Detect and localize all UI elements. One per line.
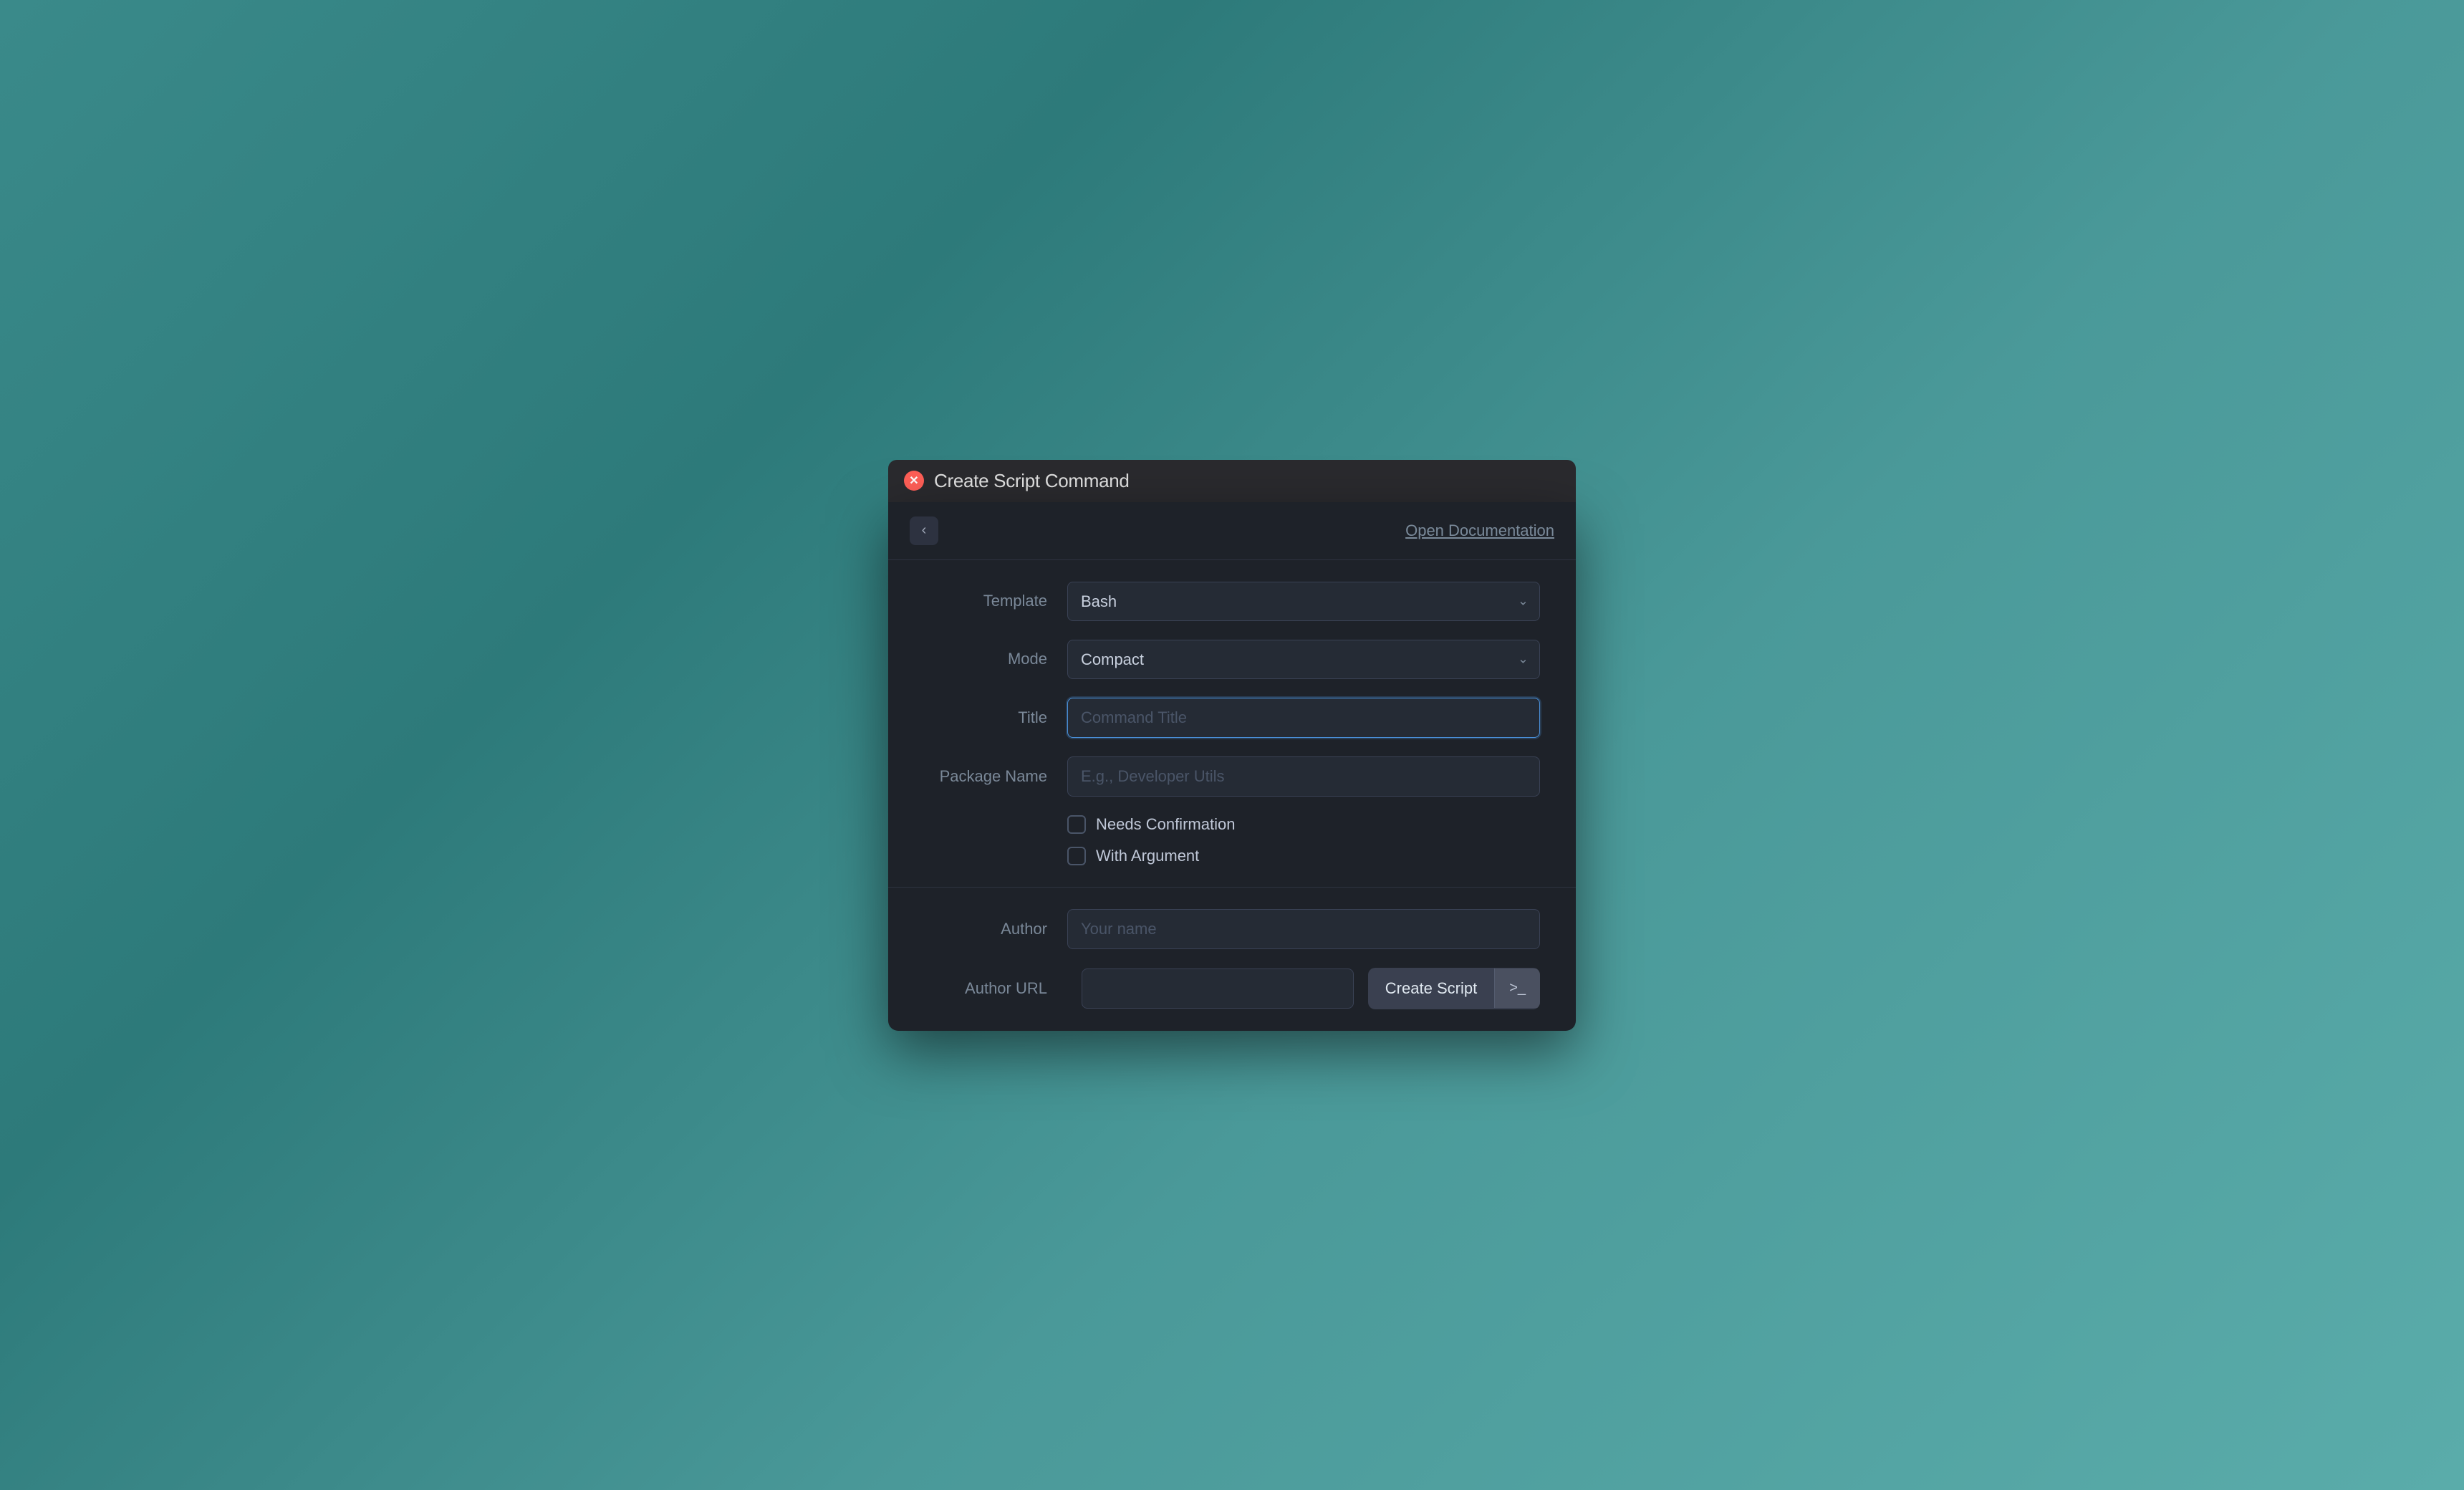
window-title: Create Script Command — [934, 470, 1130, 492]
needs-confirmation-checkbox[interactable] — [1067, 815, 1086, 834]
author-url-input[interactable]: https://github.com/stuvrt — [1082, 968, 1354, 1009]
main-window: ‹ Open Documentation Template Bash Pytho… — [888, 502, 1576, 1031]
package-name-input[interactable] — [1067, 756, 1540, 797]
title-bar: ✕ Create Script Command — [888, 460, 1576, 502]
title-row: Title — [924, 698, 1540, 738]
mode-label: Mode — [924, 650, 1067, 668]
open-documentation-button[interactable]: Open Documentation — [1405, 522, 1554, 540]
template-select-wrapper: Bash Python Ruby Node.js Swift ⌄ — [1067, 582, 1540, 621]
checkboxes-area: Needs Confirmation With Argument — [1067, 815, 1540, 865]
template-label: Template — [924, 592, 1067, 610]
mode-select[interactable]: Compact Full Inline — [1067, 640, 1540, 679]
with-argument-label: With Argument — [1096, 847, 1199, 865]
package-name-label: Package Name — [924, 767, 1067, 786]
title-label: Title — [924, 708, 1067, 727]
terminal-icon: >_ — [1494, 968, 1540, 1008]
author-input[interactable] — [1067, 909, 1540, 949]
template-row: Template Bash Python Ruby Node.js Swift … — [924, 582, 1540, 621]
back-button[interactable]: ‹ — [910, 516, 938, 545]
mode-row: Mode Compact Full Inline ⌄ — [924, 640, 1540, 679]
app-window: ✕ Create Script Command ‹ Open Documenta… — [888, 460, 1576, 1031]
mode-select-wrapper: Compact Full Inline ⌄ — [1067, 640, 1540, 679]
author-url-row: Author URL https://github.com/stuvrt Cre… — [924, 968, 1540, 1009]
title-input[interactable] — [1067, 698, 1540, 738]
author-url-label: Author URL — [924, 979, 1067, 998]
author-row: Author — [924, 909, 1540, 949]
create-script-label: Create Script — [1368, 968, 1494, 1009]
needs-confirmation-label: Needs Confirmation — [1096, 815, 1235, 834]
needs-confirmation-row[interactable]: Needs Confirmation — [1067, 815, 1540, 834]
author-section: Author Author URL https://github.com/stu… — [888, 888, 1576, 1031]
traffic-light-close[interactable]: ✕ — [904, 471, 924, 491]
template-select[interactable]: Bash Python Ruby Node.js Swift — [1067, 582, 1540, 621]
window-toolbar: ‹ Open Documentation — [888, 502, 1576, 560]
create-script-button[interactable]: Create Script >_ — [1368, 968, 1540, 1009]
package-name-row: Package Name — [924, 756, 1540, 797]
with-argument-checkbox[interactable] — [1067, 847, 1086, 865]
chevron-left-icon: ‹ — [922, 522, 927, 539]
with-argument-row[interactable]: With Argument — [1067, 847, 1540, 865]
author-label: Author — [924, 920, 1067, 938]
form-section: Template Bash Python Ruby Node.js Swift … — [888, 560, 1576, 888]
